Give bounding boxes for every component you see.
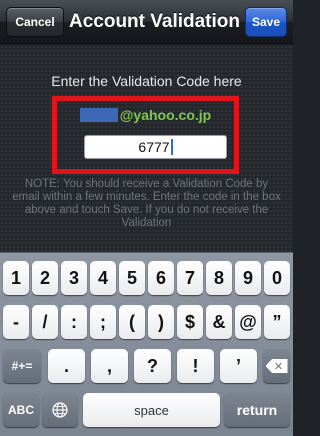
page-title: Account Validation: [68, 10, 241, 32]
globe-key[interactable]: [42, 393, 78, 427]
backspace-icon: ✕: [265, 359, 288, 373]
email-domain: @yahoo.co.jp: [119, 107, 212, 123]
key-7[interactable]: 7: [177, 261, 203, 295]
note-text: NOTE: You should receive a Validation Co…: [12, 178, 281, 229]
return-key[interactable]: return: [224, 393, 290, 427]
key-6[interactable]: 6: [148, 261, 174, 295]
key-open-paren[interactable]: (: [119, 305, 145, 339]
backspace-key[interactable]: ✕: [263, 349, 290, 383]
keyboard: 1 2 3 4 5 6 7 8 9 0 - / : ; ( ) $ & @ ” …: [0, 252, 293, 436]
space-key[interactable]: space: [83, 393, 220, 427]
cancel-button[interactable]: Cancel: [6, 6, 64, 37]
key-at[interactable]: @: [235, 305, 261, 339]
redacted-username: [79, 108, 118, 122]
navigation-bar: Cancel Account Validation Save: [0, 0, 293, 44]
key-8[interactable]: 8: [206, 261, 232, 295]
save-button[interactable]: Save: [245, 6, 287, 37]
validation-code-value: 6777: [138, 139, 170, 155]
abc-key[interactable]: ABC: [3, 393, 39, 427]
email-row: @yahoo.co.jp: [57, 107, 234, 123]
validation-content: Enter the Validation Code here @yahoo.co…: [0, 45, 293, 252]
instruction-text: Enter the Validation Code here: [51, 73, 242, 89]
key-ampersand[interactable]: &: [206, 305, 232, 339]
key-exclamation[interactable]: !: [177, 349, 214, 383]
key-4[interactable]: 4: [90, 261, 116, 295]
key-comma[interactable]: ,: [91, 349, 128, 383]
key-0[interactable]: 0: [264, 261, 290, 295]
key-quote[interactable]: ”: [264, 305, 290, 339]
key-1[interactable]: 1: [3, 261, 29, 295]
key-9[interactable]: 9: [235, 261, 261, 295]
key-semicolon[interactable]: ;: [90, 305, 116, 339]
key-3[interactable]: 3: [61, 261, 87, 295]
validation-highlight-frame: @yahoo.co.jp 6777: [52, 96, 239, 174]
validation-code-input[interactable]: 6777: [84, 135, 227, 159]
symbols-toggle-key[interactable]: #+=: [3, 349, 41, 383]
text-cursor: [170, 139, 173, 155]
globe-icon: [52, 402, 68, 418]
key-hyphen[interactable]: -: [3, 305, 29, 339]
key-close-paren[interactable]: ): [148, 305, 174, 339]
key-question[interactable]: ?: [134, 349, 171, 383]
key-5[interactable]: 5: [119, 261, 145, 295]
key-apostrophe[interactable]: ’: [220, 349, 257, 383]
key-dollar[interactable]: $: [177, 305, 203, 339]
key-colon[interactable]: :: [61, 305, 87, 339]
key-slash[interactable]: /: [32, 305, 58, 339]
key-period[interactable]: .: [48, 349, 85, 383]
key-2[interactable]: 2: [32, 261, 58, 295]
